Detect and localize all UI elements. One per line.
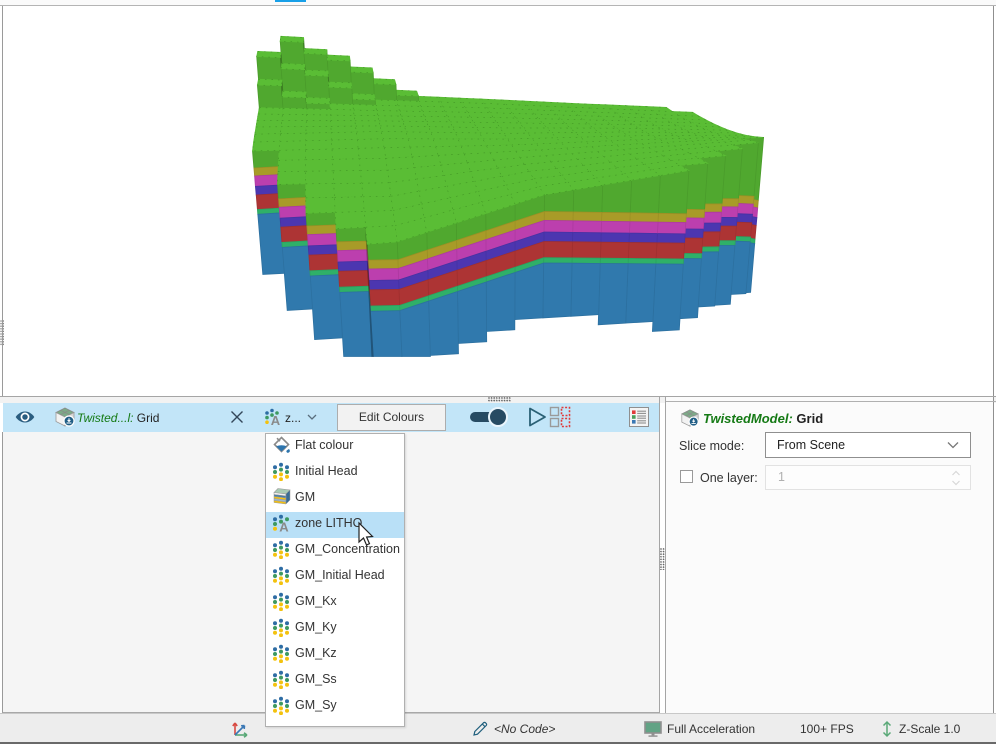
svg-text:A: A: [271, 413, 281, 427]
svg-text:A: A: [279, 520, 289, 534]
